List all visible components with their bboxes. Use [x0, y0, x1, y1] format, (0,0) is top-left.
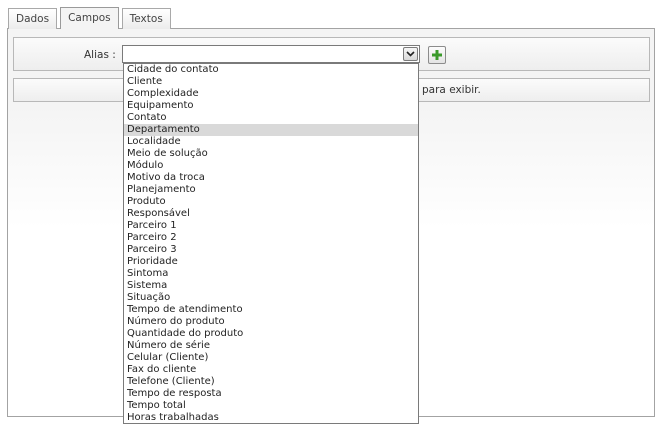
- tab-bar: Dados Campos Textos: [8, 7, 174, 29]
- tab-campos[interactable]: Campos: [60, 7, 119, 29]
- dropdown-option[interactable]: Horas trabalhadas: [124, 412, 418, 424]
- dropdown-option[interactable]: Módulo: [124, 160, 418, 172]
- chevron-down-icon[interactable]: [403, 47, 418, 61]
- dropdown-option[interactable]: Responsável: [124, 208, 418, 220]
- dropdown-option[interactable]: Prioridade: [124, 256, 418, 268]
- dropdown-option[interactable]: Localidade: [124, 136, 418, 148]
- alias-dropdown-list[interactable]: Cidade do contato Cliente Complexidade Equi…: [123, 63, 419, 424]
- dropdown-option[interactable]: Tempo de resposta: [124, 388, 418, 400]
- dropdown-option[interactable]: Telefone (Cliente): [124, 376, 418, 388]
- tab-dados[interactable]: Dados: [8, 8, 58, 29]
- dropdown-option[interactable]: Sintoma: [124, 268, 418, 280]
- dropdown-option[interactable]: Contato: [124, 112, 418, 124]
- dropdown-option[interactable]: Situação: [124, 292, 418, 304]
- dropdown-option[interactable]: Complexidade: [124, 88, 418, 100]
- dropdown-option[interactable]: Planejamento: [124, 184, 418, 196]
- dropdown-option[interactable]: Número de série: [124, 340, 418, 352]
- message-text: para exibir.: [422, 84, 481, 96]
- dropdown-option[interactable]: Celular (Cliente): [124, 352, 418, 364]
- dropdown-option[interactable]: Fax do cliente: [124, 364, 418, 376]
- dropdown-option[interactable]: Tempo total: [124, 400, 418, 412]
- dropdown-option[interactable]: Parceiro 2: [124, 232, 418, 244]
- dropdown-option[interactable]: Parceiro 3: [124, 244, 418, 256]
- alias-label: Alias :: [84, 49, 116, 61]
- dropdown-option[interactable]: Motivo da troca: [124, 172, 418, 184]
- dropdown-option[interactable]: Produto: [124, 196, 418, 208]
- dropdown-option[interactable]: Quantidade do produto: [124, 328, 418, 340]
- dropdown-option[interactable]: Cliente: [124, 76, 418, 88]
- plus-icon: [432, 50, 442, 60]
- dropdown-option[interactable]: Departamento: [124, 124, 418, 136]
- dropdown-option[interactable]: Meio de solução: [124, 148, 418, 160]
- dropdown-option[interactable]: Número do produto: [124, 316, 418, 328]
- dropdown-option[interactable]: Sistema: [124, 280, 418, 292]
- dropdown-option[interactable]: Parceiro 1: [124, 220, 418, 232]
- dropdown-option[interactable]: Cidade do contato: [124, 64, 418, 76]
- alias-select[interactable]: [122, 45, 420, 63]
- add-alias-button[interactable]: [428, 46, 446, 64]
- dropdown-option[interactable]: Equipamento: [124, 100, 418, 112]
- dropdown-option[interactable]: Tempo de atendimento: [124, 304, 418, 316]
- tab-textos[interactable]: Textos: [121, 8, 171, 29]
